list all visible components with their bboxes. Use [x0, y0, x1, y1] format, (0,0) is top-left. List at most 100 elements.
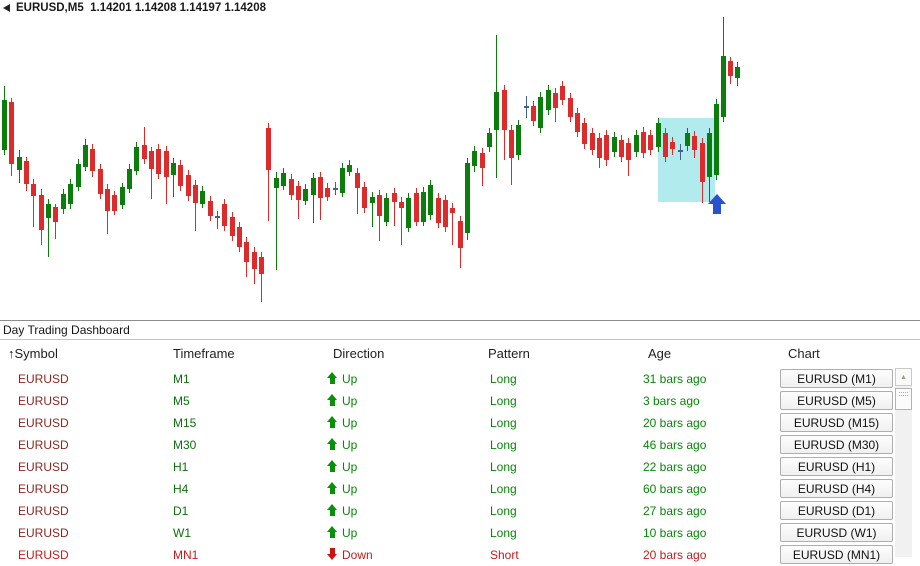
scroll-up-button[interactable]: ▲	[895, 368, 912, 386]
candle-body	[648, 135, 653, 150]
open-chart-button-w1[interactable]: EURUSD (W1)	[780, 523, 893, 542]
candle-body	[728, 61, 733, 76]
candle-wick	[217, 211, 218, 229]
cell-timeframe: M1	[173, 372, 190, 386]
candle-body	[480, 153, 485, 168]
candle-body	[531, 106, 536, 121]
quote-symbol-period: EURUSD,M5	[16, 2, 84, 14]
table-header-row: ↑Symbol Timeframe Direction Pattern Age Chart	[0, 342, 920, 366]
price-chart[interactable]: EURUSD,M5 1.14201 1.14208 1.14197 1.1420…	[0, 0, 920, 320]
cell-pattern: Long	[490, 482, 517, 496]
candle-body	[494, 92, 499, 130]
cell-direction: Up	[327, 526, 357, 540]
open-chart-button-m1[interactable]: EURUSD (M1)	[780, 369, 893, 388]
cell-age: 10 bars ago	[643, 526, 706, 540]
cell-pattern: Long	[490, 372, 517, 386]
scrollbar-thumb[interactable]	[895, 388, 912, 410]
candle-body	[149, 151, 154, 169]
cell-direction: Up	[327, 460, 357, 474]
candle-body	[370, 197, 375, 203]
candle-body	[414, 193, 419, 222]
cell-direction: Up	[327, 416, 357, 430]
candle-body	[406, 198, 411, 228]
candle-body	[156, 149, 161, 174]
cell-symbol: EURUSD	[18, 460, 69, 474]
buy-signal-arrow	[708, 194, 726, 215]
open-chart-button-d1[interactable]: EURUSD (D1)	[780, 501, 893, 520]
column-header-timeframe[interactable]: Timeframe	[173, 346, 235, 361]
candle-body	[289, 179, 294, 195]
candle-body	[692, 136, 697, 150]
cell-symbol: EURUSD	[18, 548, 69, 562]
candle-body	[230, 217, 235, 236]
up-arrow-icon	[327, 438, 338, 450]
candle-body	[472, 151, 477, 166]
up-arrow-icon	[327, 504, 338, 516]
quote-ohlc: 1.14201 1.14208 1.14197 1.14208	[90, 2, 266, 14]
column-header-pattern[interactable]: Pattern	[488, 346, 530, 361]
candle-body	[2, 100, 7, 150]
cell-timeframe: M5	[173, 394, 190, 408]
candle-body	[575, 113, 580, 132]
candle-body	[127, 169, 132, 189]
column-header-chart[interactable]: Chart	[788, 346, 820, 361]
open-chart-button-mn1[interactable]: EURUSD (MN1)	[780, 545, 893, 564]
candle-body	[39, 195, 44, 230]
table-row-m1: EURUSDM1UpLong31 bars agoEURUSD (M1)	[0, 368, 920, 390]
table-row-mn1: EURUSDMN1DownShort20 bars agoEURUSD (MN1…	[0, 544, 920, 566]
candle-body	[142, 145, 147, 159]
candle-body	[24, 161, 29, 184]
candle-body	[105, 189, 110, 211]
candle-body	[524, 106, 529, 108]
chart-marker-icon	[3, 4, 10, 12]
candle-body	[325, 188, 330, 197]
candle-body	[164, 151, 169, 177]
open-chart-button-m5[interactable]: EURUSD (M5)	[780, 391, 893, 410]
candle-body	[685, 133, 690, 146]
open-chart-button-h4[interactable]: EURUSD (H4)	[780, 479, 893, 498]
candle-body	[399, 202, 404, 208]
column-header-direction[interactable]: Direction	[333, 346, 384, 361]
day-trading-dashboard-panel: Day Trading Dashboard ↑Symbol Timeframe Di…	[0, 320, 920, 557]
table-row-m5: EURUSDM5UpLong3 bars agoEURUSD (M5)	[0, 390, 920, 412]
candle-body	[546, 90, 551, 110]
candle-body	[259, 257, 264, 274]
candle-body	[721, 56, 726, 117]
candle-body	[443, 200, 448, 227]
column-header-age[interactable]: Age	[648, 346, 671, 361]
candle-body	[538, 97, 543, 128]
candle-body	[377, 195, 382, 216]
open-chart-button-m30[interactable]: EURUSD (M30)	[780, 435, 893, 454]
candle-body	[53, 207, 58, 222]
candle-body	[340, 168, 345, 193]
candle-body	[428, 185, 433, 215]
candle-body	[318, 177, 323, 198]
candle-body	[568, 98, 573, 117]
cell-timeframe: MN1	[173, 548, 198, 562]
candle-body	[700, 143, 705, 182]
table-row-m15: EURUSDM15UpLong20 bars agoEURUSD (M15)	[0, 412, 920, 434]
candle-body	[582, 123, 587, 144]
cell-direction: Up	[327, 482, 357, 496]
cell-age: 22 bars ago	[643, 460, 706, 474]
candle-body	[641, 132, 646, 153]
open-chart-button-m15[interactable]: EURUSD (M15)	[780, 413, 893, 432]
candle-body	[303, 189, 308, 201]
cell-age: 20 bars ago	[643, 416, 706, 430]
panel-title: Day Trading Dashboard	[3, 323, 130, 337]
candle-body	[208, 201, 213, 216]
cell-direction: Up	[327, 372, 357, 386]
candle-body	[9, 102, 14, 164]
vertical-scrollbar[interactable]: ▲	[895, 368, 912, 557]
candle-body	[392, 193, 397, 202]
open-chart-button-h1[interactable]: EURUSD (H1)	[780, 457, 893, 476]
cell-symbol: EURUSD	[18, 416, 69, 430]
candle-body	[384, 198, 389, 222]
candle-body	[597, 138, 602, 158]
scroll-up-icon: ▲	[900, 374, 907, 381]
scrollbar-grip	[899, 392, 908, 396]
table-row-m30: EURUSDM30UpLong46 bars agoEURUSD (M30)	[0, 434, 920, 456]
quote-bar: EURUSD,M5 1.14201 1.14208 1.14197 1.1420…	[16, 2, 266, 14]
candle-body	[560, 86, 565, 100]
column-header-symbol[interactable]: ↑Symbol	[8, 346, 58, 361]
